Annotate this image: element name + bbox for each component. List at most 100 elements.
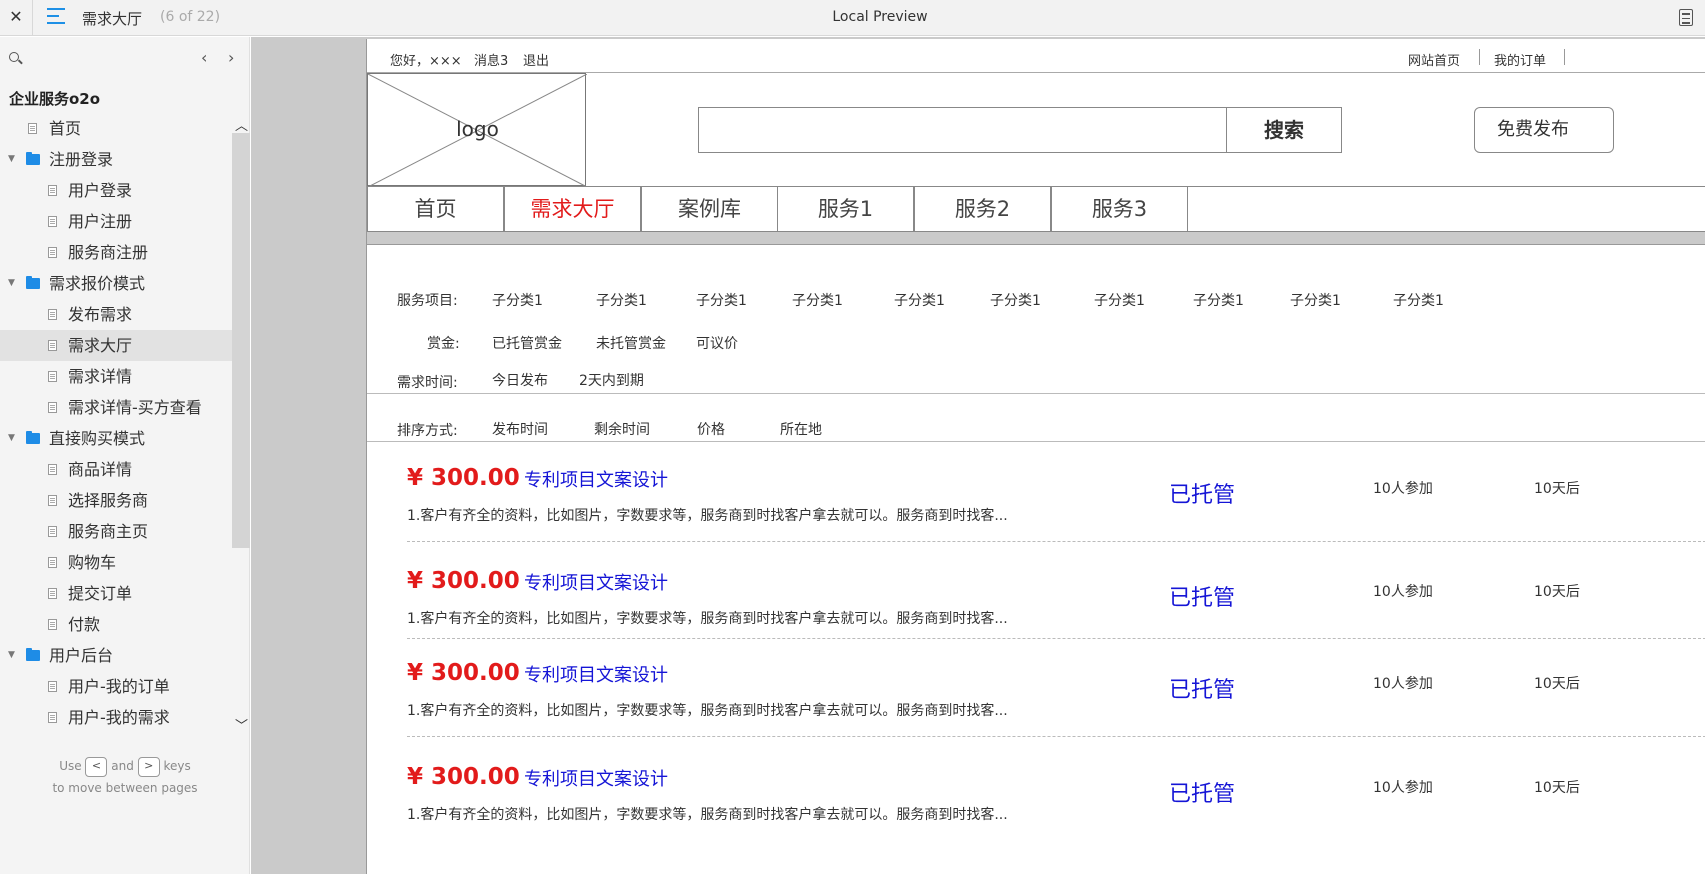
expand-caret-icon[interactable]: ▼ [8, 423, 15, 454]
divider [1564, 49, 1565, 65]
free-publish-button[interactable]: 免费发布 [1474, 107, 1614, 153]
tree-item-label: 用户登录 [68, 181, 133, 200]
escrow-status: 已托管 [1169, 483, 1236, 508]
nav-tab[interactable]: 首页 [367, 186, 504, 232]
my-orders-link[interactable]: 我的订单 [1494, 50, 1546, 69]
search-icon[interactable] [9, 52, 19, 62]
tree-page-item[interactable]: 选择服务商 [0, 485, 232, 516]
demand-list-section: 服务项目: 赏金: 需求时间: 排序方式: 子分类1 子分类1 子分类1 子分类1 子分… [367, 244, 1705, 874]
tree-page-item[interactable]: 用户注册 [0, 206, 232, 237]
sidebar-scrollbar[interactable]: ︿ ﹀ [232, 113, 250, 734]
service-filter-option[interactable]: 子分类1 [696, 290, 747, 310]
utility-bar: 您好，××× 消息3 退出 网站首页 我的订单 [367, 39, 1705, 73]
time-filter-option[interactable]: 2天内到期 [579, 370, 644, 390]
next-page-icon[interactable]: › [228, 48, 234, 67]
service-filter-option[interactable]: 子分类1 [492, 290, 543, 310]
demand-list-item[interactable]: ¥ 300.00 专利项目文案设计 1.客户有齐全的资料，比如图片，字数要求等，服务… [367, 566, 1705, 666]
tree-page-item[interactable]: 服务商主页 [0, 516, 232, 547]
demand-price: ¥ 300.00 [407, 764, 520, 790]
tree-folder[interactable]: ▼ 注册登录 [0, 144, 232, 175]
tree-page-item[interactable]: 商品详情 [0, 454, 232, 485]
expand-caret-icon[interactable]: ▼ [8, 268, 15, 299]
tree-folder[interactable]: ▼ 直接购买模式 [0, 423, 232, 454]
service-filter-option[interactable]: 子分类1 [1393, 290, 1444, 310]
logo-placeholder[interactable]: logo [367, 73, 587, 187]
tree-folder[interactable]: ▼ 需求报价模式 [0, 268, 232, 299]
service-filter-option[interactable]: 子分类1 [596, 290, 647, 310]
service-filter-option[interactable]: 子分类1 [894, 290, 945, 310]
tree-item-label: 用户-我的订单 [68, 677, 170, 696]
sort-option[interactable]: 价格 [697, 419, 725, 439]
tree-item-label: 需求详情 [68, 367, 133, 386]
tree-page-item[interactable]: 用户登录 [0, 175, 232, 206]
demand-list-item[interactable]: ¥ 300.00 专利项目文案设计 1.客户有齐全的资料，比如图片，字数要求等，服务… [367, 658, 1705, 758]
tree-item-label: 首页 [49, 119, 82, 138]
search-button[interactable]: 搜索 [1226, 107, 1342, 153]
demand-title-link[interactable]: 专利项目文案设计 [524, 661, 668, 687]
tree-page-item[interactable]: 用户-我的需求 [0, 702, 232, 733]
service-filter-option[interactable]: 子分类1 [792, 290, 843, 310]
participant-count: 10人参加 [1373, 676, 1433, 692]
search-input[interactable] [698, 107, 1228, 153]
tree-item-label: 直接购买模式 [49, 429, 146, 448]
sort-option[interactable]: 剩余时间 [594, 419, 650, 439]
demand-title-link[interactable]: 专利项目文案设计 [524, 765, 668, 791]
tree-folder[interactable]: ▼ 用户后台 [0, 640, 232, 671]
tree-page-item[interactable]: 服务商注册 [0, 237, 232, 268]
messages-link[interactable]: 消息3 [474, 50, 508, 69]
nav-tab[interactable]: 服务1 [777, 186, 914, 232]
page-icon [48, 619, 57, 630]
notes-icon[interactable] [1679, 9, 1693, 26]
demand-list-item[interactable]: ¥ 300.00 专利项目文案设计 1.客户有齐全的资料，比如图片，字数要求等，服务… [367, 762, 1705, 862]
key-next-icon: > [137, 756, 160, 777]
demand-title-link[interactable]: 专利项目文案设计 [524, 466, 668, 492]
menu-icon[interactable] [47, 8, 67, 26]
tree-page-item[interactable]: 购物车 [0, 547, 232, 578]
nav-tab[interactable]: 需求大厅 [504, 186, 641, 232]
tree-page-item[interactable]: 付款 [0, 609, 232, 640]
service-filter-option[interactable]: 子分类1 [1094, 290, 1145, 310]
scrollbar-thumb[interactable] [232, 133, 250, 548]
tree-page-item[interactable]: 需求大厅 [0, 330, 232, 361]
tree-page-item[interactable]: 提交订单 [0, 578, 232, 609]
remaining-days: 10天后 [1534, 676, 1580, 692]
site-home-link[interactable]: 网站首页 [1408, 50, 1460, 69]
tree-page-item[interactable]: 发布需求 [0, 299, 232, 330]
divider [32, 0, 33, 36]
escrow-status: 已托管 [1169, 678, 1236, 703]
tree-page-item[interactable]: 需求详情 [0, 361, 232, 392]
expand-caret-icon[interactable]: ▼ [8, 144, 15, 175]
remaining-days: 10天后 [1534, 584, 1580, 600]
tree-page-item[interactable]: 首页 [0, 113, 232, 144]
expand-caret-icon[interactable]: ▼ [8, 640, 15, 671]
sort-option[interactable]: 所在地 [780, 419, 822, 439]
scroll-up-icon[interactable]: ︿ [235, 115, 248, 134]
section-gap [367, 232, 1705, 244]
page-icon [48, 557, 57, 568]
window-title: Local Preview [832, 9, 928, 25]
sort-option[interactable]: 发布时间 [492, 419, 548, 439]
close-icon[interactable]: ✕ [6, 7, 26, 27]
scroll-down-icon[interactable]: ﹀ [235, 715, 248, 734]
nav-tab[interactable]: 服务3 [1051, 186, 1188, 232]
service-filter-option[interactable]: 子分类1 [1290, 290, 1341, 310]
reward-filter-option[interactable]: 已托管赏金 [492, 333, 562, 353]
reward-filter-option[interactable]: 未托管赏金 [596, 333, 666, 353]
reward-filter-option[interactable]: 可议价 [696, 333, 738, 353]
service-filter-option[interactable]: 子分类1 [990, 290, 1041, 310]
tree-page-item[interactable]: 用户-我的订单 [0, 671, 232, 702]
tree-page-item[interactable]: 需求详情-买方查看 [0, 392, 232, 423]
nav-tab[interactable]: 服务2 [914, 186, 1051, 232]
demand-price: ¥ 300.00 [407, 465, 520, 491]
demand-list-item[interactable]: ¥ 300.00 专利项目文案设计 1.客户有齐全的资料，比如图片，字数要求等，服务… [367, 463, 1705, 563]
demand-title-link[interactable]: 专利项目文案设计 [524, 569, 668, 595]
sidebar: ‹ › 企业服务o2o 首页 ▼ 注册登录 用户登录 用户注册 服务商注册 ▼ 需求报价模式发… [0, 37, 250, 874]
prev-page-icon[interactable]: ‹ [201, 48, 207, 67]
tree-item-label: 需求详情-买方查看 [68, 398, 202, 417]
logout-link[interactable]: 退出 [523, 50, 549, 69]
demand-description: 1.客户有齐全的资料，比如图片，字数要求等，服务商到时找客户拿去就可以。服务商到… [407, 508, 1008, 524]
nav-tab[interactable]: 案例库 [641, 186, 778, 232]
time-filter-option[interactable]: 今日发布 [492, 370, 548, 390]
folder-icon [26, 431, 40, 444]
service-filter-option[interactable]: 子分类1 [1193, 290, 1244, 310]
